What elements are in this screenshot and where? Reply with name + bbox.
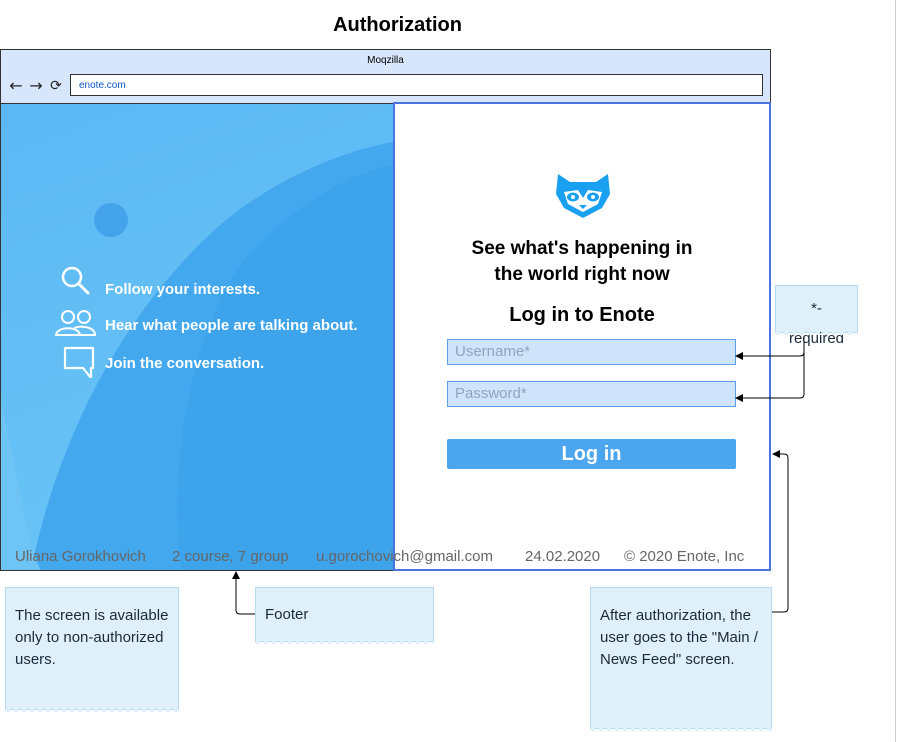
- connector-after-auth: [771, 450, 789, 613]
- note-availability: The screen is available only to non-auth…: [5, 587, 179, 712]
- note-after-auth: After authorization, the user goes to th…: [590, 587, 772, 731]
- connector-footer: [232, 571, 255, 615]
- note-required: *-required: [775, 285, 858, 347]
- note-footer: Footer: [255, 587, 434, 644]
